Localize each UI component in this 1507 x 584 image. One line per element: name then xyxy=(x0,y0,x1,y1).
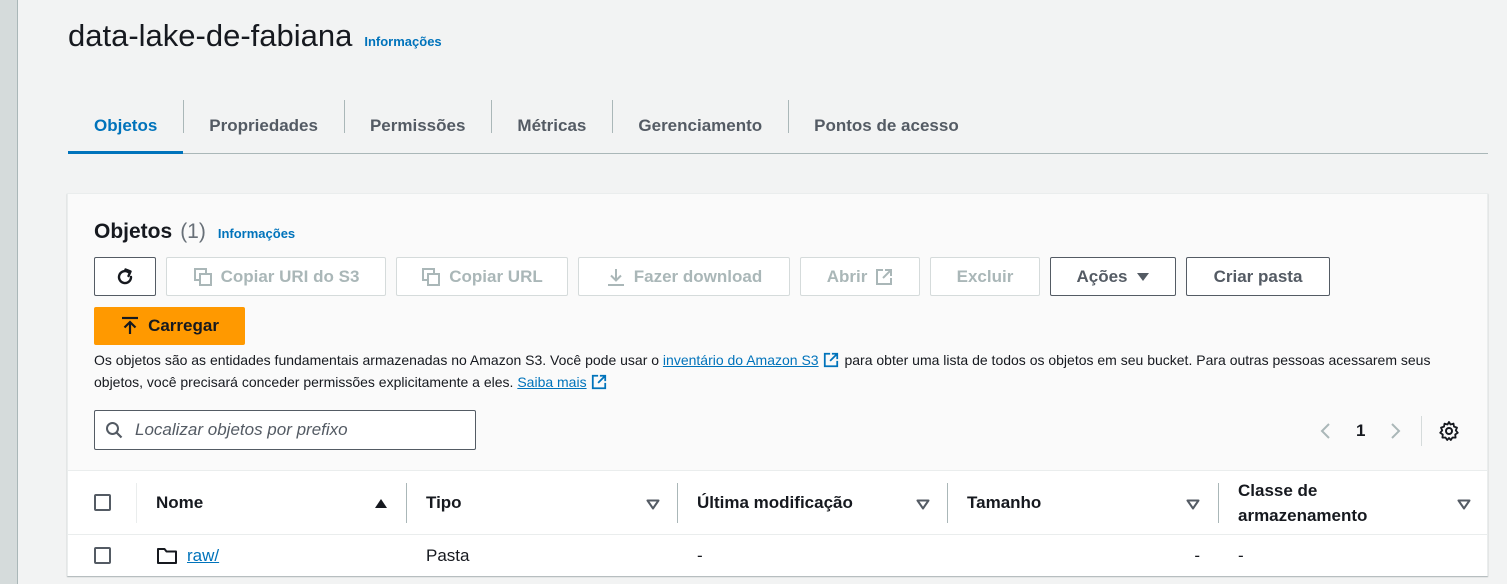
table-row: raw/ Pasta - - - xyxy=(68,535,1487,576)
open-label: Abrir xyxy=(826,266,868,286)
column-header-type[interactable]: Tipo xyxy=(426,471,626,534)
download-button[interactable]: Fazer download xyxy=(578,257,790,296)
upload-button[interactable]: Carregar xyxy=(94,307,245,345)
column-header-size[interactable]: Tamanho xyxy=(967,471,1167,534)
create-folder-label: Criar pasta xyxy=(1213,266,1303,286)
objects-panel: Objetos (1) Informações Copiar URI do S3… xyxy=(67,193,1488,576)
page-header: data-lake-de-fabiana Informações xyxy=(68,18,442,54)
create-folder-button[interactable]: Criar pasta xyxy=(1186,257,1330,296)
copy-icon xyxy=(193,267,212,286)
row-last-modified-cell: - xyxy=(697,535,897,576)
search-input[interactable] xyxy=(133,419,475,441)
pager-divider xyxy=(1421,416,1423,446)
row-select-cell xyxy=(94,535,114,576)
copy-s3-uri-button[interactable]: Copiar URI do S3 xyxy=(166,257,386,296)
upload-icon xyxy=(122,316,139,334)
row-size: - xyxy=(1194,545,1200,565)
actions-dropdown-button[interactable]: Ações xyxy=(1050,257,1176,296)
external-link-icon xyxy=(823,352,838,368)
open-button[interactable]: Abrir xyxy=(800,257,920,296)
objects-description: Os objetos são as entidades fundamentais… xyxy=(94,349,1454,393)
tab-permissoes[interactable]: Permissões xyxy=(343,98,491,153)
row-name-cell: raw/ xyxy=(156,535,396,576)
external-link-icon xyxy=(876,268,893,285)
external-link-icon xyxy=(591,374,606,390)
delete-label: Excluir xyxy=(956,266,1014,286)
row-type-cell: Pasta xyxy=(426,535,626,576)
copy-url-label: Copiar URL xyxy=(449,266,543,286)
tab-propriedades[interactable]: Propriedades xyxy=(183,98,344,153)
column-header-last-modified[interactable]: Última modificação xyxy=(697,471,917,534)
tab-objetos[interactable]: Objetos xyxy=(68,98,184,154)
refresh-icon xyxy=(117,267,133,284)
delete-button[interactable]: Excluir xyxy=(930,257,1040,296)
objects-count: (1) xyxy=(180,220,206,243)
info-link[interactable]: Informações xyxy=(364,34,441,49)
download-label: Fazer download xyxy=(633,266,763,286)
table-header: Nome Tipo Última modificação Tamanho Cla… xyxy=(68,471,1487,535)
select-all-checkbox[interactable] xyxy=(94,494,111,511)
column-header-last-modified-label: Última modificação xyxy=(697,493,853,512)
row-size-cell: - xyxy=(967,535,1200,576)
left-navigation-rail xyxy=(0,0,18,584)
tab-pontos-de-acesso[interactable]: Pontos de acesso xyxy=(788,98,985,153)
row-storage-class-cell: - xyxy=(1238,535,1408,576)
sort-ascending-icon[interactable] xyxy=(374,498,388,509)
sort-caret-down-icon[interactable] xyxy=(1186,499,1200,510)
tab-metricas[interactable]: Métricas xyxy=(491,98,612,153)
refresh-button[interactable] xyxy=(94,257,156,296)
s3-inventory-link[interactable]: inventário do Amazon S3 xyxy=(663,352,819,368)
current-page[interactable]: 1 xyxy=(1356,421,1365,441)
row-last-modified: - xyxy=(697,545,703,565)
folder-icon xyxy=(157,547,177,564)
download-icon xyxy=(607,268,624,286)
folder-link[interactable]: raw/ xyxy=(187,546,219,566)
column-header-type-label: Tipo xyxy=(426,493,462,512)
pagination: 1 xyxy=(1318,416,1460,446)
sort-caret-down-icon[interactable] xyxy=(646,499,660,510)
row-storage-class: - xyxy=(1238,545,1244,565)
description-text-1: Os objetos são as entidades fundamentais… xyxy=(94,352,660,368)
column-divider xyxy=(406,483,407,523)
column-header-storage-class[interactable]: Classe de armazenamento xyxy=(1238,471,1408,534)
row-type: Pasta xyxy=(426,545,470,565)
upload-label: Carregar xyxy=(148,316,219,335)
select-all-cell xyxy=(94,471,114,534)
sort-caret-down-icon[interactable] xyxy=(916,499,930,510)
copy-url-button[interactable]: Copiar URL xyxy=(396,257,568,296)
column-divider xyxy=(947,483,948,523)
page-title: data-lake-de-fabiana xyxy=(68,18,353,53)
settings-gear-icon[interactable] xyxy=(1438,420,1460,442)
column-header-name-label: Nome xyxy=(156,493,204,512)
objects-heading: Objetos (1) Informações xyxy=(94,220,295,244)
copy-icon xyxy=(422,267,441,286)
chevron-left-icon[interactable] xyxy=(1318,421,1334,441)
search-box xyxy=(94,410,476,450)
column-header-name[interactable]: Nome xyxy=(156,471,396,534)
column-divider xyxy=(1218,483,1219,523)
column-header-storage-class-label: Classe de armazenamento xyxy=(1238,480,1368,525)
sort-caret-down-icon[interactable] xyxy=(1457,499,1471,510)
actions-label: Ações xyxy=(1076,266,1128,286)
search-icon xyxy=(106,422,123,439)
copy-s3-uri-label: Copiar URI do S3 xyxy=(220,266,360,286)
learn-more-link[interactable]: Saiba mais xyxy=(517,374,586,390)
bucket-tabs: Objetos Propriedades Permissões Métricas… xyxy=(68,98,1488,154)
tab-gerenciamento[interactable]: Gerenciamento xyxy=(612,98,788,153)
chevron-right-icon[interactable] xyxy=(1387,421,1403,441)
column-header-size-label: Tamanho xyxy=(967,493,1042,512)
column-divider xyxy=(677,483,678,523)
objects-panel-header: Objetos (1) Informações Copiar URI do S3… xyxy=(68,194,1487,471)
objects-info-link[interactable]: Informações xyxy=(218,226,295,241)
objects-title: Objetos xyxy=(94,220,173,243)
row-checkbox[interactable] xyxy=(94,547,111,564)
caret-down-icon xyxy=(1136,272,1149,281)
